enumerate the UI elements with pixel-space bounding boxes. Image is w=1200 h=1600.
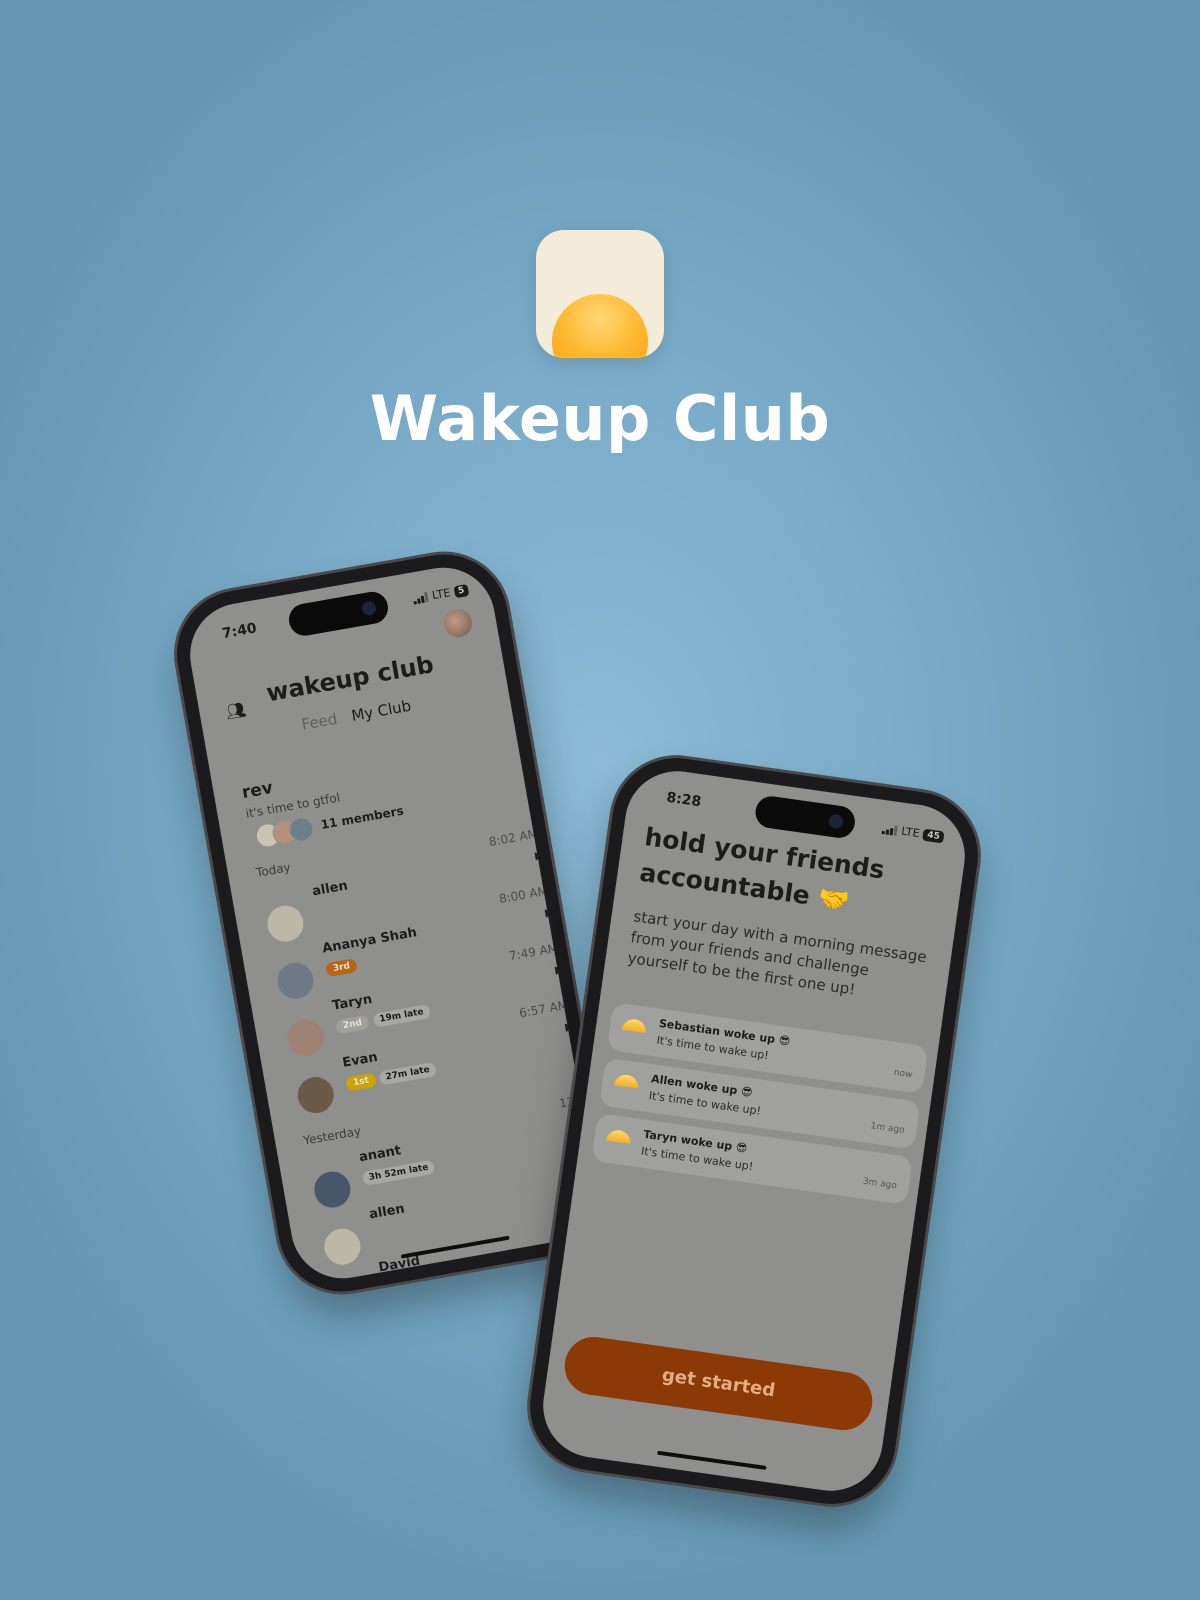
notification-time: 3m ago (862, 1176, 898, 1192)
camera-icon (827, 813, 844, 830)
notification-time: now (893, 1067, 913, 1081)
rank-badge: 2nd (335, 1014, 371, 1035)
status-time: 8:28 (665, 789, 703, 811)
section-label-today: Today (255, 860, 292, 880)
status-time: 7:40 (220, 620, 258, 643)
status-bar-right: LTE 5 (412, 583, 470, 605)
late-badge: 3h 52m late (361, 1159, 436, 1186)
home-indicator[interactable] (657, 1450, 767, 1470)
entry-name: anant (357, 1143, 403, 1166)
entry-name: allen (311, 878, 349, 900)
sun-icon (621, 1017, 648, 1033)
sun-icon (606, 1128, 632, 1144)
notification-time: 1m ago (870, 1121, 906, 1136)
app-icon (536, 230, 664, 358)
network-label: LTE (431, 586, 452, 603)
entry-time: 8:02 AM (487, 826, 539, 849)
section-label-yesterday: Yesterday (302, 1123, 363, 1148)
tab-feed[interactable]: Feed (300, 710, 338, 734)
club-screen: 7:40 LTE 5 👥︎ wakeup club Feed My Club r… (181, 559, 605, 1287)
avatar (274, 959, 317, 1002)
get-started-button[interactable]: get started (560, 1333, 877, 1434)
play-icon[interactable]: ▶ (554, 962, 565, 976)
dynamic-island (286, 589, 391, 639)
status-bar-right: LTE 45 (881, 822, 945, 843)
play-icon[interactable]: ▶ (544, 905, 555, 919)
phone-right: 8:28 LTE 45 hold your friends accountabl… (521, 749, 987, 1513)
signal-icon (881, 823, 899, 836)
profile-avatar[interactable] (441, 606, 475, 640)
avatar (294, 1074, 337, 1116)
play-icon[interactable]: ▶ (564, 1019, 575, 1033)
battery-icon: 5 (453, 583, 470, 598)
club-name: rev (240, 777, 275, 804)
battery-icon: 45 (922, 828, 945, 843)
late-badge: 19m late (372, 1004, 431, 1028)
rank-badge: 1st (345, 1072, 378, 1092)
dynamic-island (753, 794, 857, 840)
avatar (330, 1279, 373, 1287)
play-icon[interactable]: ▶ (534, 848, 545, 862)
avatar (264, 902, 307, 945)
avatar (311, 1168, 354, 1211)
tab-my-club[interactable]: My Club (350, 697, 412, 725)
member-avatars[interactable] (253, 815, 316, 850)
avatar (321, 1225, 364, 1268)
rank-badge: 3rd (324, 958, 359, 978)
network-label: LTE (900, 824, 921, 841)
late-badge: 27m late (378, 1061, 437, 1086)
app-title: Wakeup Club (369, 382, 831, 455)
signal-icon (413, 591, 430, 604)
entry-name: Evan (341, 1049, 379, 1071)
camera-icon (360, 600, 378, 617)
avatar (284, 1017, 327, 1059)
member-count: 11 members (319, 803, 405, 832)
sun-icon (614, 1073, 640, 1089)
phone-left: 7:40 LTE 5 👥︎ wakeup club Feed My Club r… (166, 544, 620, 1302)
onboarding-screen: 8:28 LTE 45 hold your friends accountabl… (536, 764, 972, 1498)
sun-icon (552, 294, 648, 358)
rank-badge: 3rd (381, 1277, 415, 1287)
